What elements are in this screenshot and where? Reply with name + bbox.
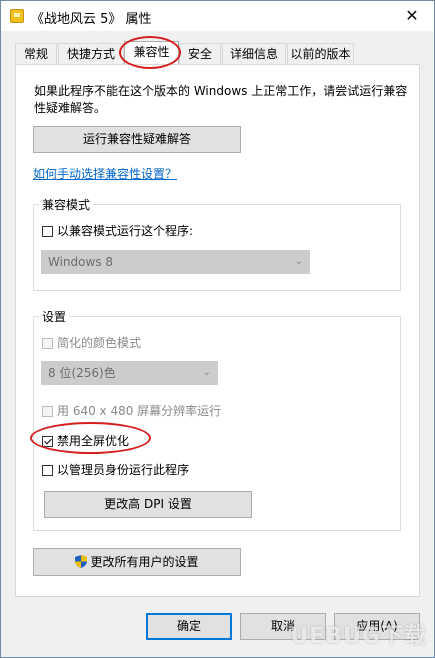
reduced-color-checkbox[interactable]: 简化的颜色模式 bbox=[42, 335, 141, 351]
resolution-640-checkbox[interactable]: 用 640 x 480 屏幕分辨率运行 bbox=[42, 403, 221, 419]
troubleshoot-button[interactable]: 运行兼容性疑难解答 bbox=[33, 126, 241, 153]
compat-mode-legend: 兼容模式 bbox=[39, 196, 94, 213]
checkbox-box-checked[interactable] bbox=[42, 436, 53, 447]
close-icon[interactable]: ✕ bbox=[390, 1, 434, 31]
change-dpi-button[interactable]: 更改高 DPI 设置 bbox=[44, 491, 252, 518]
compat-description: 如果此程序不能在这个版本的 Windows 上正常工作，请尝试运行兼容性疑难解答… bbox=[34, 84, 408, 115]
checkbox-box[interactable] bbox=[42, 338, 53, 349]
run-as-admin-checkbox[interactable]: 以管理员身份运行此程序 bbox=[42, 462, 189, 478]
tab-compatibility[interactable]: 兼容性 bbox=[124, 41, 179, 64]
tab-shortcut[interactable]: 快捷方式 bbox=[58, 43, 124, 64]
uac-shield-icon bbox=[75, 555, 88, 568]
checkbox-box[interactable] bbox=[42, 406, 53, 417]
all-users-label: 更改所有用户的设置 bbox=[90, 555, 199, 569]
title-bar[interactable]: 《战地风云 5》 属性 ✕ bbox=[1, 1, 434, 31]
watermark: UEBUG下载 bbox=[290, 624, 427, 649]
reduced-color-label: 简化的颜色模式 bbox=[57, 336, 142, 350]
tab-general[interactable]: 常规 bbox=[15, 43, 57, 64]
tab-security[interactable]: 安全 bbox=[179, 43, 221, 64]
color-depth-select[interactable]: 8 位(256)色 ⌄ bbox=[41, 361, 218, 385]
run-as-admin-label: 以管理员身份运行此程序 bbox=[57, 463, 190, 477]
checkbox-box[interactable] bbox=[42, 465, 53, 476]
compat-mode-group: 兼容模式 以兼容模式运行这个程序: Windows 8 ⌄ bbox=[33, 196, 401, 291]
compat-mode-label: 以兼容模式运行这个程序: bbox=[57, 224, 194, 238]
chevron-down-icon: ⌄ bbox=[294, 256, 303, 267]
disable-fullscreen-checkbox[interactable]: 禁用全屏优化 bbox=[42, 433, 129, 449]
manual-settings-link[interactable]: 如何手动选择兼容性设置？ bbox=[33, 165, 177, 182]
compat-mode-checkbox[interactable]: 以兼容模式运行这个程序: bbox=[42, 223, 193, 239]
ok-button[interactable]: 确定 bbox=[146, 613, 232, 640]
os-select[interactable]: Windows 8 ⌄ bbox=[41, 250, 310, 274]
os-select-value: Windows 8 bbox=[48, 255, 114, 269]
chevron-down-icon: ⌄ bbox=[202, 367, 211, 378]
color-depth-value: 8 位(256)色 bbox=[48, 366, 116, 380]
disable-fullscreen-label: 禁用全屏优化 bbox=[57, 434, 130, 448]
resolution-640-label: 用 640 x 480 屏幕分辨率运行 bbox=[57, 404, 222, 418]
all-users-button[interactable]: 更改所有用户的设置 bbox=[33, 548, 241, 576]
app-icon bbox=[10, 9, 24, 23]
settings-legend: 设置 bbox=[39, 308, 70, 325]
tab-details[interactable]: 详细信息 bbox=[222, 43, 286, 64]
settings-group: 设置 简化的颜色模式 8 位(256)色 ⌄ 用 640 x 480 屏幕分辨率… bbox=[33, 308, 401, 531]
window-title: 《战地风云 5》 属性 bbox=[31, 12, 152, 27]
tab-previous-versions[interactable]: 以前的版本 bbox=[287, 43, 354, 64]
compatibility-panel: 如果此程序不能在这个版本的 Windows 上正常工作，请尝试运行兼容性疑难解答… bbox=[15, 64, 420, 597]
properties-window: 《战地风云 5》 属性 ✕ 常规 快捷方式 兼容性 安全 详细信息 以前的版本 … bbox=[0, 0, 435, 658]
checkbox-box[interactable] bbox=[42, 226, 53, 237]
